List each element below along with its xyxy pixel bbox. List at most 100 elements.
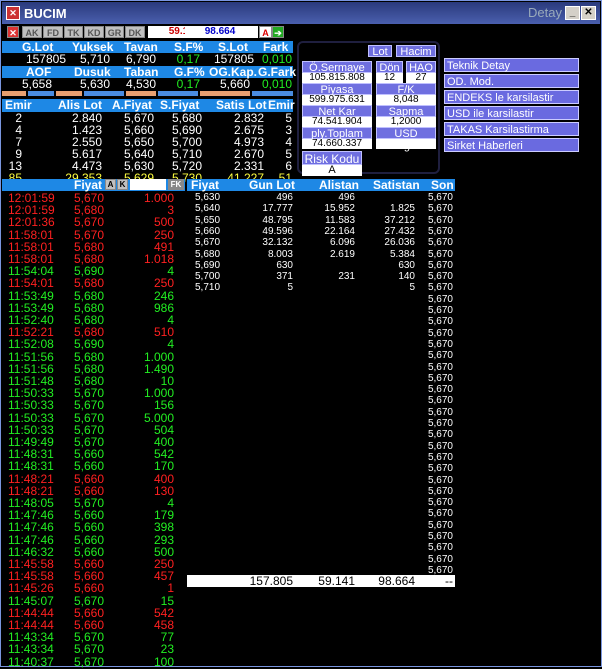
book-row: 5,680 8.003 2.619 5.384 5,670	[187, 249, 455, 260]
close-small-icon[interactable]: ✕	[7, 26, 19, 38]
book-son-row: 5,670	[187, 305, 455, 316]
book-son-row: 5,670	[187, 554, 455, 565]
trades-header: Fiyat A K FK	[2, 179, 185, 191]
book-row: 5,690 630 630 5,670	[187, 260, 455, 271]
book-cell: 22.164	[324, 225, 355, 237]
side-button[interactable]: USD ile karsilastir	[444, 106, 579, 120]
tab-dk[interactable]: DK	[125, 26, 145, 38]
book-cell: 371	[276, 271, 293, 283]
book-cell: 49.596	[262, 225, 293, 237]
book-son-cell: 5,670	[427, 406, 453, 418]
title-bar[interactable]: ✕ BUCIM Detay _ ✕	[2, 2, 600, 24]
netkar-value: 74.541.904	[302, 117, 372, 127]
book-cell: 5,670	[427, 237, 453, 249]
book-cell: 5,650	[195, 214, 221, 226]
book-cell: 5,700	[195, 271, 221, 283]
piyasa-value: 599.975.631	[302, 95, 372, 105]
usd-label: USD Değeri	[376, 127, 436, 152]
tab-kd[interactable]: KD	[84, 26, 104, 38]
book-row: 5,670 32.132 6.096 26.036 5,670	[187, 237, 455, 248]
side-button[interactable]: Teknik Detay	[444, 58, 579, 72]
tab-fd[interactable]: FD	[43, 26, 63, 38]
sermaye-value: 105.815.808	[302, 73, 372, 83]
book-cell: 5,670	[427, 271, 453, 283]
book-cell: 1.825	[389, 203, 415, 215]
book-cell: 37.212	[384, 214, 415, 226]
hacim-button[interactable]: Hacim	[396, 45, 436, 58]
book-son-row: 5,670	[187, 531, 455, 542]
book-cell: 5,670	[427, 282, 453, 294]
book-cell: 630	[276, 259, 293, 271]
toplam-value: 74.660.337	[302, 139, 372, 149]
trades-filter-input[interactable]	[130, 179, 166, 190]
book-son-cell: 5,670	[427, 451, 453, 463]
book-cell: 630	[398, 259, 415, 271]
risk-value: A	[302, 165, 362, 176]
trades-fk-button[interactable]: FK	[168, 179, 184, 190]
book-son-row: 5,670	[187, 328, 455, 339]
book-row: 5,630 496 496 5,670	[187, 192, 455, 203]
trades-a-button[interactable]: A	[105, 179, 116, 190]
don-value: 12	[376, 73, 403, 83]
toolbar: ✕ AK FD TK KD GR DK 59.141 98.664 A ➔	[2, 25, 600, 39]
book-son-cell: 5,670	[427, 508, 453, 520]
side-button[interactable]: ENDEKS le karsilastir	[444, 90, 579, 104]
book-cell: 140	[398, 271, 415, 283]
book-son-row: 5,670	[187, 350, 455, 361]
trade-lot: 1.018	[143, 252, 174, 266]
side-button[interactable]: Sirket Haberleri	[444, 138, 579, 152]
book-cell: 11.583	[325, 214, 355, 226]
info-panel: Lot Hacim Ö.Sermaye 105.815.808 Dön 12 H…	[297, 41, 440, 176]
book-cell: 5,680	[195, 248, 221, 260]
book-son-cell: 5,670	[427, 531, 453, 542]
tab-tk[interactable]: TK	[64, 26, 83, 38]
tab-gr[interactable]: GR	[105, 26, 124, 38]
book-cell: 27.432	[384, 225, 415, 237]
side-button[interactable]: TAKAS Karsilastirma	[444, 122, 579, 136]
book-son-cell: 5,670	[427, 316, 453, 328]
side-button[interactable]: OD. Mod.	[444, 74, 579, 88]
book-cell: 17.777	[262, 203, 293, 215]
scrollbar[interactable]	[586, 41, 600, 666]
book-son-row: 5,670	[187, 486, 455, 497]
book-son-row: 5,670	[187, 395, 455, 406]
book-son-cell: 5,670	[427, 384, 453, 396]
book-cell: 48.795	[262, 214, 293, 226]
book-son-cell: 5,670	[427, 293, 453, 305]
arrow-icon[interactable]: ➔	[272, 26, 284, 38]
lot-button[interactable]: Lot	[368, 45, 392, 58]
book-son-cell: 5,670	[427, 429, 453, 441]
a-button[interactable]: A	[259, 26, 272, 38]
book-son-cell: 5,670	[427, 305, 453, 316]
book-son-cell: 5,670	[427, 327, 453, 339]
book-cell: 496	[338, 192, 355, 203]
book-cell: 6.096	[329, 237, 355, 249]
book-cell: 5,660	[195, 225, 221, 237]
minimize-icon[interactable]: _	[565, 6, 580, 20]
book-son-cell: 5,670	[427, 361, 453, 373]
trades-k-button[interactable]: K	[117, 179, 128, 190]
fk-value: 8,048	[376, 95, 436, 105]
trade-lot: 986	[153, 300, 174, 315]
tab-ak[interactable]: AK	[22, 26, 42, 38]
book-son-row: 5,670	[187, 407, 455, 418]
book-son-cell: 5,670	[427, 372, 453, 384]
book-son-row: 5,670	[187, 475, 455, 486]
book-cell: 32.132	[262, 237, 293, 249]
book-son-cell: 5,670	[427, 440, 453, 452]
book-cell: 8.003	[267, 248, 293, 260]
main-window: ✕ BUCIM Detay _ ✕ ✕ AK FD TK KD GR DK 59…	[0, 0, 602, 668]
book-cell: 5,670	[427, 259, 453, 271]
close-icon[interactable]: ✕	[581, 6, 596, 20]
sapma-value: 1,2000	[376, 117, 436, 127]
book-cell: 5,630	[195, 192, 221, 203]
book-cell: 5,670	[427, 214, 453, 226]
book-cell: 5,670	[427, 192, 453, 203]
book-son-row: 5,670	[187, 294, 455, 305]
risk-label: Risk Kodu	[302, 151, 362, 166]
book-cell: 5,670	[427, 225, 453, 237]
summary-values-2: 5,658 5,630 4,530 0,17 5,660 0,010	[21, 77, 292, 91]
trade-lot: 457	[153, 569, 174, 584]
book-footer: 157.805 59.141 98.664 --	[187, 575, 455, 587]
book-son-row: 5,670	[187, 441, 455, 452]
